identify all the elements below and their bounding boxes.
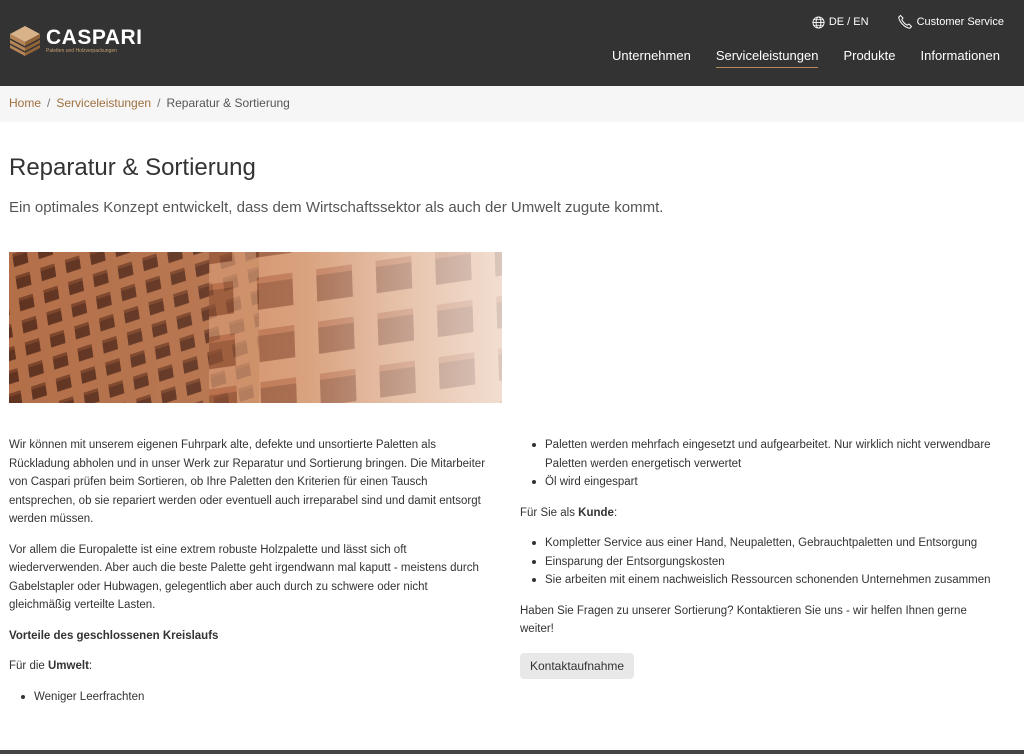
phone-icon bbox=[897, 14, 912, 29]
utility-nav: DE / EN Customer Service bbox=[812, 14, 1004, 30]
content-right-column: Paletten werden mehrfach eingesetzt und … bbox=[520, 436, 1000, 679]
footer-divider bbox=[0, 750, 1024, 754]
environment-label: Für die Umwelt: bbox=[9, 657, 489, 676]
list-item: Öl wird eingespart bbox=[520, 473, 1000, 492]
list-item: Sie arbeiten mit einem nachweislich Ress… bbox=[520, 571, 1000, 590]
hero-image-pallets bbox=[9, 252, 502, 403]
environment-benefits-list: Weniger Leerfrachten bbox=[9, 688, 489, 707]
site-header: CASPARI Paletten und Holzverpackungen DE… bbox=[0, 0, 1024, 86]
customer-label-bold: Kunde bbox=[578, 506, 614, 519]
pallet-photo-graphic bbox=[9, 252, 502, 403]
breadcrumb-separator: / bbox=[47, 96, 51, 110]
customer-service-label: Customer Service bbox=[916, 16, 1004, 28]
pallet-stack-logo-icon bbox=[9, 26, 41, 56]
language-switcher[interactable]: DE / EN bbox=[812, 15, 869, 29]
site-logo[interactable]: CASPARI Paletten und Holzverpackungen bbox=[8, 24, 142, 58]
breadcrumb-current: Reparatur & Sortierung bbox=[166, 96, 290, 110]
environment-label-suffix: : bbox=[88, 660, 93, 672]
language-label: DE / EN bbox=[828, 16, 869, 28]
list-item: Einsparung der Entsorgungskosten bbox=[520, 553, 1000, 572]
list-item: Weniger Leerfrachten bbox=[9, 688, 489, 707]
main-nav: Unternehmen Serviceleistungen Produkte I… bbox=[587, 48, 1000, 68]
customer-label-suffix: : bbox=[613, 506, 618, 519]
intro-paragraph: Wir können mit unserem eigenen Fuhrpark … bbox=[9, 439, 486, 525]
europalette-paragraph: Vor allem die Europalette ist eine extre… bbox=[9, 543, 479, 612]
customer-benefits-list: Kompletter Service aus einer Hand, Neupa… bbox=[520, 534, 1000, 590]
nav-serviceleistungen[interactable]: Serviceleistungen bbox=[715, 48, 819, 68]
list-item: Kompletter Service aus einer Hand, Neupa… bbox=[520, 534, 1000, 553]
list-item: Paletten werden mehrfach eingesetzt und … bbox=[520, 436, 1000, 473]
page-title: Reparatur & Sortierung bbox=[9, 154, 256, 181]
customer-label: Für Sie als Kunde: bbox=[520, 504, 1000, 523]
nav-produkte[interactable]: Produkte bbox=[843, 48, 895, 68]
contact-button[interactable]: Kontaktaufnahme bbox=[520, 652, 635, 679]
benefits-heading: Vorteile des geschlossenen Kreislaufs bbox=[9, 629, 219, 642]
customer-service-link[interactable]: Customer Service bbox=[897, 14, 1004, 30]
page-subtitle: Ein optimales Konzept entwickelt, dass d… bbox=[9, 199, 664, 216]
nav-unternehmen[interactable]: Unternehmen bbox=[612, 48, 691, 68]
content-left-column: Wir können mit unserem eigenen Fuhrpark … bbox=[9, 436, 489, 718]
environment-label-bold: Umwelt bbox=[48, 660, 89, 672]
contact-question: Haben Sie Fragen zu unserer Sortierung? … bbox=[520, 604, 967, 636]
breadcrumb-separator: / bbox=[157, 96, 161, 110]
environment-benefits-list-continued: Paletten werden mehrfach eingesetzt und … bbox=[520, 436, 1000, 492]
customer-label-prefix: Für Sie als bbox=[520, 506, 579, 519]
globe-icon bbox=[812, 15, 825, 29]
breadcrumb-home[interactable]: Home bbox=[9, 96, 41, 110]
breadcrumb-serviceleistungen[interactable]: Serviceleistungen bbox=[56, 96, 151, 110]
environment-label-prefix: Für die bbox=[9, 660, 48, 672]
breadcrumb: Home / Serviceleistungen / Reparatur & Sorti… bbox=[0, 86, 1024, 122]
logo-name: CASPARI bbox=[46, 26, 143, 49]
nav-informationen[interactable]: Informationen bbox=[921, 48, 1001, 68]
